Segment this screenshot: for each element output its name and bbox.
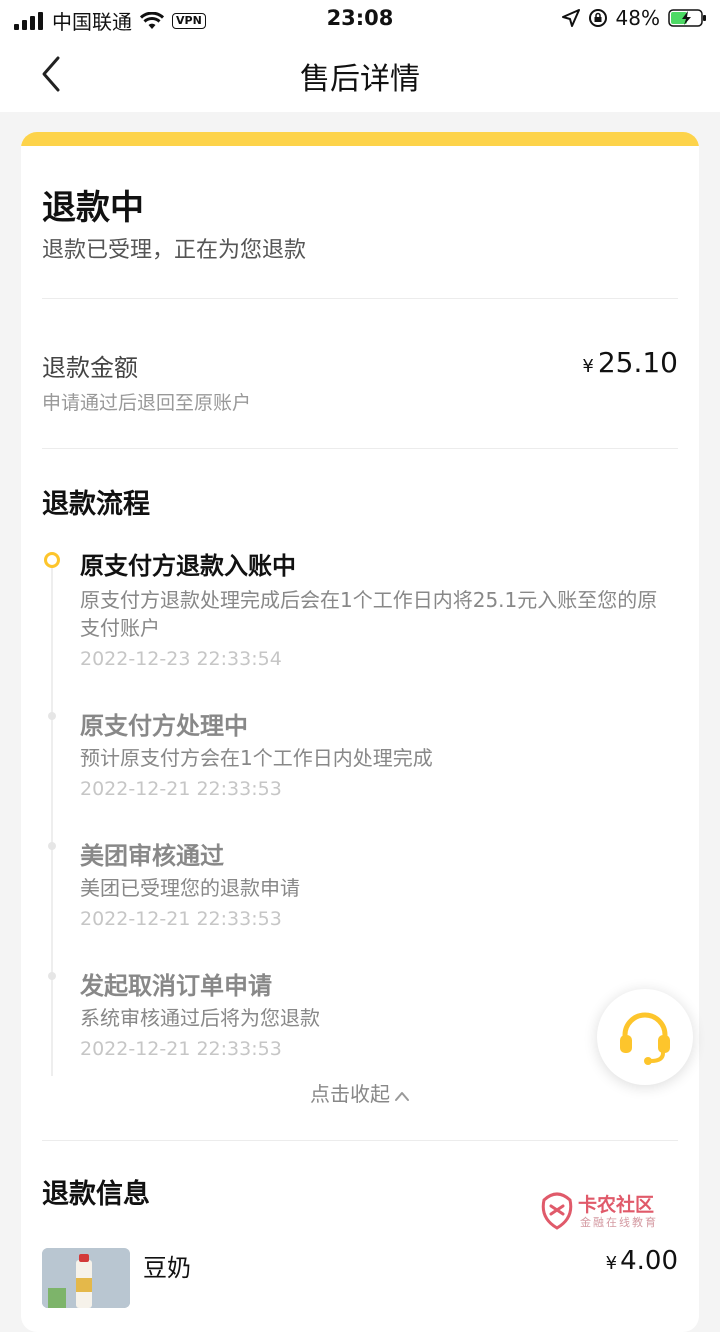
timeline-step-time: 2022-12-21 22:33:53 xyxy=(80,778,282,800)
timeline-step-title: 美团审核通过 xyxy=(80,842,224,870)
currency-symbol: ¥ xyxy=(605,1253,618,1274)
watermark-text: 卡农社区 xyxy=(578,1194,655,1216)
nav-bar: 售后详情 xyxy=(0,36,720,112)
timeline-step-description: 系统审核通过后将为您退款 xyxy=(80,1006,320,1030)
currency-symbol: ¥ xyxy=(582,356,594,377)
status-bar: 中国联通 VPN 23:08 48% xyxy=(0,0,720,36)
location-arrow-icon xyxy=(561,9,580,27)
customer-service-button[interactable] xyxy=(597,989,693,1085)
watermark-emblem-icon xyxy=(541,1192,573,1230)
timeline-step-time: 2022-12-23 22:33:54 xyxy=(80,648,282,670)
timeline-step-title: 原支付方处理中 xyxy=(80,712,248,740)
watermark-subtext: 金融在线教育 xyxy=(580,1216,658,1229)
refund-amount-number: 25.10 xyxy=(597,346,678,379)
battery-charging-icon xyxy=(668,9,706,27)
timeline-step-time: 2022-12-21 22:33:53 xyxy=(80,908,282,930)
product-name: 豆奶 xyxy=(143,1254,191,1282)
timeline-dot-active xyxy=(44,552,60,568)
product-price-number: 4.00 xyxy=(620,1246,678,1276)
refund-amount-note: 申请通过后退回至原账户 xyxy=(42,392,252,414)
card-accent-bar xyxy=(21,132,699,146)
refund-amount-value: ¥25.10 xyxy=(582,346,678,379)
timeline-step-time: 2022-12-21 22:33:53 xyxy=(80,1038,282,1060)
soy-milk-bottle-image xyxy=(42,1248,130,1308)
divider xyxy=(42,1140,678,1141)
refund-detail-card: 退款中 退款已受理，正在为您退款 退款金额 ¥25.10 申请通过后退回至原账户… xyxy=(21,132,699,1332)
timeline-dot xyxy=(48,712,56,720)
refund-status-title: 退款中 xyxy=(42,188,144,228)
timeline-step-description: 美团已受理您的退款申请 xyxy=(80,876,300,900)
timeline-step-title: 发起取消订单申请 xyxy=(80,972,272,1000)
product-price: ¥4.00 xyxy=(606,1246,678,1276)
divider xyxy=(42,298,678,299)
timeline-step-title: 原支付方退款入账中 xyxy=(80,552,296,580)
timeline-dot xyxy=(48,972,56,980)
timeline-dot xyxy=(48,842,56,850)
rotation-lock-icon xyxy=(588,9,607,27)
refund-info-title: 退款信息 xyxy=(42,1179,150,1210)
battery-percent: 48% xyxy=(615,6,660,30)
chevron-up-icon xyxy=(395,1091,409,1101)
headset-icon xyxy=(620,1012,670,1065)
page-title: 售后详情 xyxy=(300,62,420,97)
watermark-logo: 卡农社区 金融在线教育 xyxy=(540,1190,680,1234)
timeline-step-description: 预计原支付方会在1个工作日内处理完成 xyxy=(80,746,433,770)
status-bar-right: 48% xyxy=(561,6,708,30)
timeline-line xyxy=(51,560,53,1076)
product-thumbnail xyxy=(42,1248,130,1308)
refund-process-title: 退款流程 xyxy=(42,489,150,520)
refund-status-description: 退款已受理，正在为您退款 xyxy=(42,238,307,263)
refund-amount-label: 退款金额 xyxy=(42,354,138,382)
timeline-step-description: 原支付方退款处理完成后会在1个工作日内将25.1元入账至您的原支付账户 xyxy=(80,588,658,640)
divider xyxy=(42,448,678,449)
collapse-label: 点击收起 xyxy=(310,1082,390,1106)
